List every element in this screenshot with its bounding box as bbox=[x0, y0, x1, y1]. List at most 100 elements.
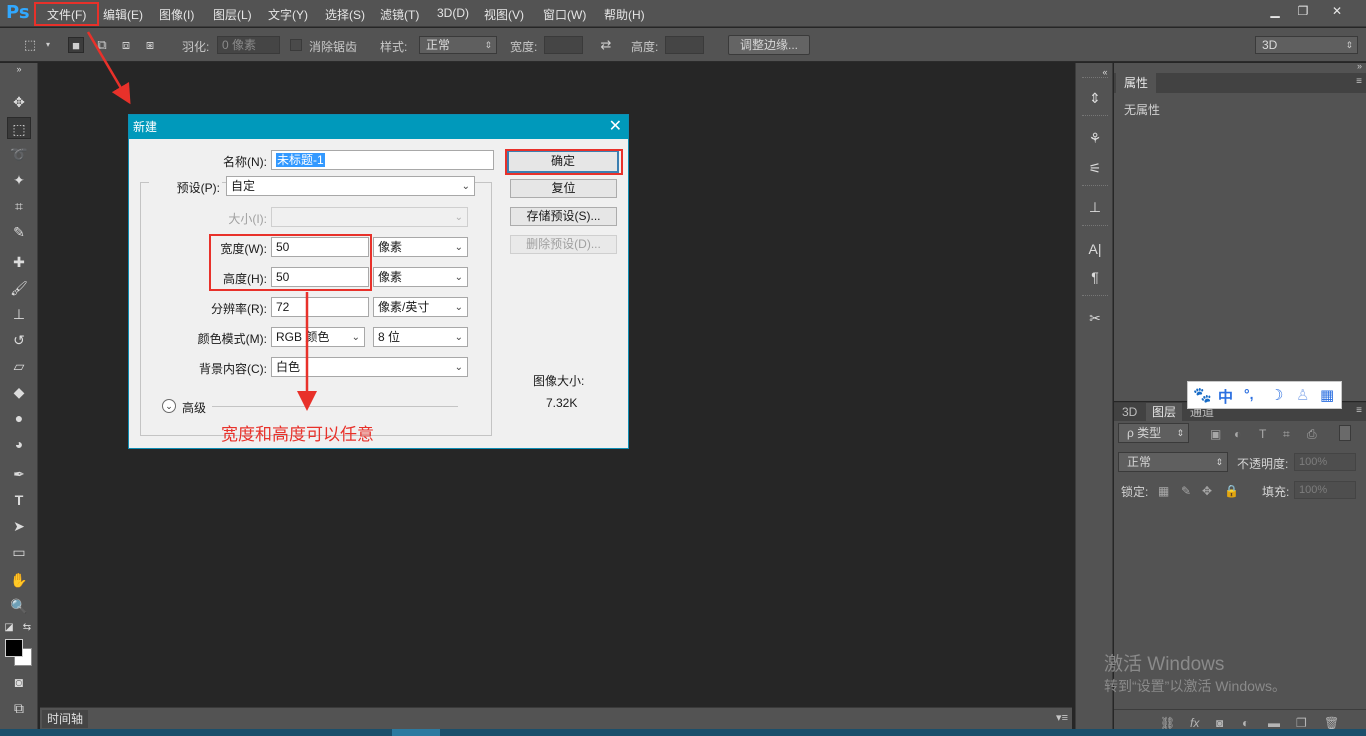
filter-adjustment-icon[interactable]: ◐ bbox=[1234, 427, 1241, 441]
adjustment-layer-icon[interactable]: ◐ bbox=[1242, 716, 1249, 730]
crop-tool-icon[interactable]: ⌗ bbox=[7, 195, 31, 217]
properties-panel-icon[interactable]: ⚟ bbox=[1085, 158, 1105, 178]
antialias-checkbox[interactable] bbox=[290, 39, 302, 51]
menu-filter[interactable]: 滤镜(T) bbox=[380, 6, 419, 23]
brush-tool-icon[interactable]: 🖌 bbox=[7, 277, 31, 299]
menu-layer[interactable]: 图层(L) bbox=[213, 6, 252, 23]
close-icon[interactable]: ✕ bbox=[609, 115, 622, 139]
workspace-select[interactable]: 3D ⇕ bbox=[1255, 36, 1358, 54]
eraser-tool-icon[interactable]: ▱ bbox=[7, 355, 31, 377]
menu-help[interactable]: 帮助(H) bbox=[604, 6, 645, 23]
lock-pixels-icon[interactable]: ✎ bbox=[1181, 484, 1191, 498]
menu-window[interactable]: 窗口(W) bbox=[543, 6, 586, 23]
tab-properties[interactable]: 属性 bbox=[1116, 73, 1157, 93]
advanced-toggle[interactable]: 高级 bbox=[182, 399, 206, 416]
screen-mode-icon[interactable]: ⧉ bbox=[7, 697, 31, 719]
tab-timeline[interactable]: 时间轴 bbox=[42, 710, 88, 728]
subtract-selection-icon[interactable]: ⧈ bbox=[118, 37, 134, 53]
menu-edit[interactable]: 编辑(E) bbox=[103, 6, 143, 23]
magic-wand-tool-icon[interactable]: ✦ bbox=[7, 169, 31, 191]
swap-icon[interactable]: ⇄ bbox=[598, 37, 614, 53]
collapse-icon[interactable]: » bbox=[7, 63, 31, 75]
clone-stamp-tool-icon[interactable]: ⊥ bbox=[7, 303, 31, 325]
history-brush-tool-icon[interactable]: ↺ bbox=[7, 329, 31, 351]
name-input[interactable]: 未标题-1 bbox=[271, 150, 494, 170]
panel-menu-icon[interactable]: ▾≡ bbox=[1056, 711, 1068, 724]
clone-source-panel-icon[interactable]: ⊥ bbox=[1085, 197, 1105, 217]
paragraph-panel-icon[interactable]: ¶ bbox=[1085, 267, 1105, 287]
new-selection-icon[interactable]: ■ bbox=[68, 37, 84, 53]
eyedropper-tool-icon[interactable]: ✎ bbox=[7, 221, 31, 243]
menu-view[interactable]: 视图(V) bbox=[484, 6, 524, 23]
add-selection-icon[interactable]: ⧉ bbox=[94, 37, 110, 53]
save-preset-button[interactable]: 存储预设(S)... bbox=[510, 207, 617, 226]
lock-transparent-icon[interactable]: ▦ bbox=[1158, 484, 1169, 498]
ime-punctuation[interactable]: °, bbox=[1244, 386, 1254, 402]
close-icon[interactable]: ✕ bbox=[1324, 2, 1350, 20]
tab-3d[interactable]: 3D bbox=[1116, 403, 1143, 421]
resolution-input[interactable]: 72 bbox=[271, 297, 369, 317]
bit-depth-select[interactable]: 8 位 ⌄ bbox=[373, 327, 468, 347]
move-tool-icon[interactable]: ✥ bbox=[7, 91, 31, 113]
blur-tool-icon[interactable]: ● bbox=[7, 407, 31, 429]
filter-pixel-icon[interactable]: ▣ bbox=[1210, 427, 1221, 441]
marquee-tool-icon[interactable]: ⬚ bbox=[7, 117, 31, 139]
lasso-tool-icon[interactable]: ➰ bbox=[7, 143, 31, 165]
filter-smart-object-icon[interactable]: ⎙ bbox=[1307, 427, 1317, 442]
path-selection-tool-icon[interactable]: ➤ bbox=[7, 515, 31, 537]
menu-image[interactable]: 图像(I) bbox=[159, 6, 194, 23]
dodge-tool-icon[interactable]: ◕ bbox=[7, 433, 31, 455]
chevron-double-down-icon[interactable]: ⌄ bbox=[162, 399, 176, 413]
taskbar-active-app[interactable] bbox=[392, 729, 440, 736]
character-panel-icon[interactable]: A| bbox=[1085, 239, 1105, 259]
blend-mode-select[interactable]: 正常 ⇕ bbox=[1118, 452, 1228, 472]
panel-menu-icon[interactable]: ≡ bbox=[1356, 76, 1362, 87]
adjustments-panel-icon[interactable]: ⚘ bbox=[1085, 128, 1105, 148]
link-layers-icon[interactable]: ⛓ bbox=[1160, 716, 1175, 730]
user-icon[interactable]: ♙ bbox=[1296, 386, 1309, 404]
height-unit-select[interactable]: 像素 ⌄ bbox=[373, 267, 468, 287]
menu-select[interactable]: 选择(S) bbox=[325, 6, 365, 23]
foreground-color-swatch[interactable] bbox=[5, 639, 23, 657]
swap-colors-icon[interactable]: ⇆ bbox=[20, 617, 34, 639]
refine-edge-button[interactable]: 调整边缘... bbox=[728, 35, 810, 55]
background-select[interactable]: 白色 ⌄ bbox=[271, 357, 468, 377]
group-folder-icon[interactable]: ▬ bbox=[1268, 716, 1280, 730]
collapse-icon[interactable]: » bbox=[1357, 61, 1362, 71]
preset-select[interactable]: 自定 ⌄ bbox=[226, 176, 475, 196]
lock-all-icon[interactable]: 🔒 bbox=[1224, 484, 1239, 498]
filter-type-icon[interactable]: T bbox=[1259, 427, 1266, 441]
rectangle-tool-icon[interactable]: ▭ bbox=[7, 541, 31, 563]
filter-shape-icon[interactable]: ⌗ bbox=[1283, 427, 1290, 442]
collapse-icon[interactable]: « bbox=[1099, 62, 1111, 82]
tab-layers[interactable]: 图层 bbox=[1146, 403, 1183, 421]
healing-brush-tool-icon[interactable]: ✚ bbox=[7, 251, 31, 273]
feather-input[interactable]: 0 像素 bbox=[217, 36, 280, 54]
resolution-unit-select[interactable]: 像素/英寸 ⌄ bbox=[373, 297, 468, 317]
type-tool-icon[interactable]: T bbox=[7, 489, 31, 511]
new-layer-icon[interactable]: ❐ bbox=[1296, 716, 1307, 730]
color-mode-select[interactable]: RGB 颜色 ⌄ bbox=[271, 327, 365, 347]
menu-type[interactable]: 文字(Y) bbox=[268, 6, 308, 23]
tool-presets-panel-icon[interactable]: ✂ bbox=[1085, 308, 1105, 328]
grid-icon[interactable]: ▦ bbox=[1320, 386, 1334, 404]
zoom-tool-icon[interactable]: 🔍 bbox=[7, 595, 31, 617]
delete-layer-icon[interactable]: 🗑 bbox=[1324, 716, 1339, 730]
paw-icon[interactable]: 🐾 bbox=[1193, 386, 1212, 404]
default-colors-icon[interactable]: ◪ bbox=[2, 617, 16, 639]
quick-mask-icon[interactable]: ◙ bbox=[7, 671, 31, 693]
fx-icon[interactable]: fx bbox=[1190, 716, 1199, 730]
pen-tool-icon[interactable]: ✒ bbox=[7, 463, 31, 485]
lock-position-icon[interactable]: ✥ bbox=[1202, 484, 1212, 498]
moon-icon[interactable]: ☽ bbox=[1270, 386, 1283, 404]
history-panel-icon[interactable]: ⇕ bbox=[1085, 88, 1105, 108]
intersect-selection-icon[interactable]: ⧆ bbox=[142, 37, 158, 53]
chevron-down-icon[interactable]: ▾ bbox=[40, 37, 56, 53]
width-input[interactable] bbox=[544, 36, 583, 54]
marquee-preset-icon[interactable]: ⬚ bbox=[22, 37, 38, 53]
filter-toggle[interactable] bbox=[1339, 425, 1351, 441]
hand-tool-icon[interactable]: ✋ bbox=[7, 569, 31, 591]
fill-input[interactable]: 100% bbox=[1294, 481, 1356, 499]
width-unit-select[interactable]: 像素 ⌄ bbox=[373, 237, 468, 257]
menu-3d[interactable]: 3D(D) bbox=[437, 6, 469, 20]
